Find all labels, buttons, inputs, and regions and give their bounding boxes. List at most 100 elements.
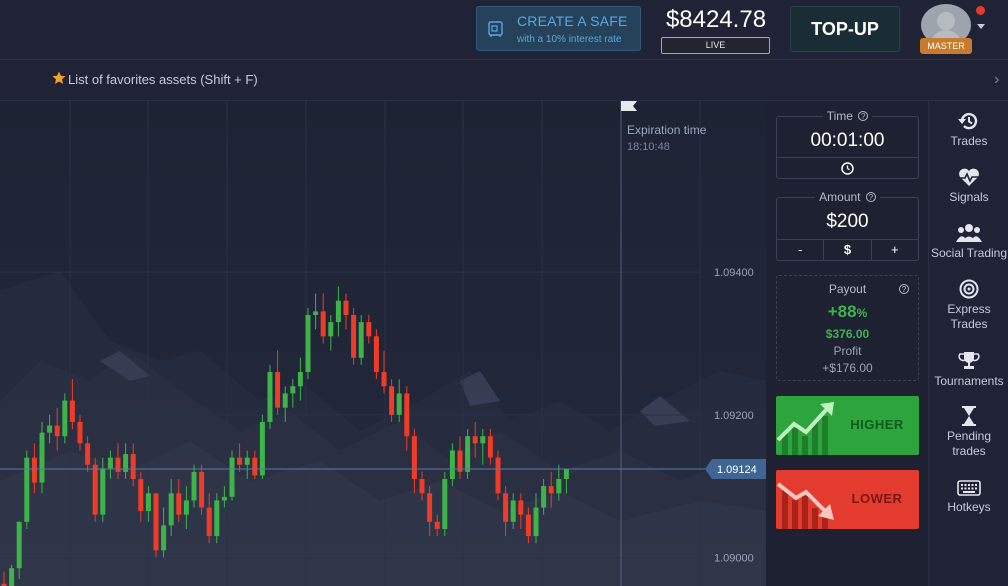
star-icon[interactable]	[52, 71, 66, 85]
candle-up	[24, 457, 30, 522]
trend-up-icon	[776, 402, 834, 455]
clock-button[interactable]	[777, 157, 918, 178]
candlestick-chart[interactable]: Expiration time 18:10:48 1.09400 1.09200 1…	[0, 101, 766, 586]
candle-up	[328, 322, 334, 337]
price-chart[interactable]: Expiration time 18:10:48 1.09400 1.09200 1…	[0, 101, 766, 586]
user-avatar[interactable]: MASTER	[920, 4, 972, 54]
create-safe-subtitle: with a 10% interest rate	[517, 34, 622, 45]
nav-label-trades: Trades	[950, 134, 988, 148]
nav-label-pending-trades: trades	[952, 444, 986, 458]
top-up-button[interactable]: TOP-UP	[790, 6, 900, 52]
candle-up	[267, 372, 273, 422]
chevron-down-icon[interactable]	[977, 24, 985, 29]
amount-plus-button[interactable]: +	[870, 240, 918, 260]
candle-up	[9, 568, 15, 586]
amount-selector[interactable]: Amount ? $200 - $ +	[776, 190, 919, 261]
candle-down	[54, 425, 60, 437]
help-icon[interactable]: ?	[858, 111, 869, 121]
candle-up	[541, 486, 547, 508]
user-level-badge: MASTER	[920, 38, 972, 54]
candle-down	[237, 457, 243, 465]
candle-up	[449, 450, 455, 480]
nav-label-hotkeys: Hotkeys	[947, 500, 991, 514]
higher-button[interactable]: HIGHER	[776, 396, 919, 455]
nav-item-express-trades[interactable]: Express Trades	[929, 279, 1008, 332]
nav-item-pending-trades[interactable]: Pending trades	[929, 406, 1008, 459]
candle-down	[130, 454, 136, 480]
target-icon	[959, 279, 979, 299]
payout-info: Payout ? +88% $376.00 Profit +$176.00	[776, 275, 919, 381]
candle-down	[138, 479, 144, 512]
nav-label-express-trades: Trades	[950, 317, 988, 331]
time-value[interactable]: 00:01:00	[777, 130, 918, 152]
nav-item-social-trading[interactable]: Social Trading	[929, 223, 1008, 261]
payout-percent-suffix: %	[856, 306, 868, 320]
candle-up	[282, 393, 288, 408]
candle-up	[480, 436, 486, 444]
nav-item-trades[interactable]: Trades	[929, 111, 1008, 149]
help-icon[interactable]: ?	[899, 284, 909, 294]
account-mode-badge[interactable]: LIVE	[661, 37, 770, 54]
chevron-right-icon[interactable]: ›	[994, 71, 999, 89]
amount-label-text: Amount	[819, 190, 861, 204]
amount-value[interactable]: $200	[777, 211, 918, 233]
candle-down	[320, 311, 326, 337]
price-tick-label: 1.09200	[714, 410, 754, 422]
candle-up	[290, 386, 296, 394]
candle-up	[168, 493, 174, 526]
profit-value: +$176.00	[822, 361, 873, 375]
favorites-label[interactable]: List of favorites assets (Shift + F)	[68, 72, 258, 87]
candle-up	[563, 469, 569, 480]
nav-item-signals[interactable]: Signals	[929, 167, 1008, 205]
nav-item-tournaments[interactable]: Tournaments	[929, 351, 1008, 389]
side-navigation: Trades Signals Social Trading Express Tr…	[928, 101, 1008, 586]
candle-up	[358, 322, 364, 358]
candle-up	[465, 436, 471, 472]
candle-up	[214, 500, 220, 537]
profit-label: Profit	[833, 344, 862, 358]
keyboard-icon	[957, 480, 981, 496]
candle-down	[206, 507, 212, 537]
account-balance[interactable]: $8424.78 LIVE	[660, 4, 772, 54]
trend-down-icon	[776, 482, 834, 529]
favorites-bar: List of favorites assets (Shift + F) ›	[0, 60, 1008, 101]
expiration-label: Expiration time	[627, 123, 707, 137]
balance-amount: $8424.78	[665, 6, 767, 33]
candle-up	[442, 479, 448, 529]
amount-currency-button[interactable]: $	[823, 240, 870, 260]
candle-down	[427, 493, 433, 522]
candle-up	[183, 500, 189, 515]
nav-item-hotkeys[interactable]: Hotkeys	[929, 479, 1008, 515]
candle-up	[221, 496, 227, 501]
create-safe-button[interactable]: CREATE A SAFE with a 10% interest rate	[476, 6, 641, 51]
nav-label-pending: Pending	[946, 429, 992, 443]
candle-up	[62, 400, 68, 437]
lower-button[interactable]: LOWER	[776, 470, 919, 529]
candle-up	[229, 457, 235, 497]
candle-down	[69, 400, 75, 422]
heartbeat-icon	[959, 168, 979, 186]
candle-up	[107, 457, 113, 469]
candle-up	[556, 479, 562, 494]
candle-down	[472, 436, 478, 444]
time-selector[interactable]: Time ? 00:01:00	[776, 109, 919, 179]
payout-amount: $376.00	[825, 327, 870, 341]
candle-up	[100, 468, 106, 515]
create-safe-title: CREATE A SAFE	[517, 13, 628, 29]
help-icon[interactable]: ?	[865, 192, 876, 202]
clock-icon	[841, 162, 854, 175]
candle-down	[77, 421, 83, 444]
candle-down	[373, 336, 379, 373]
history-icon	[958, 112, 978, 130]
payout-percent: +88%	[777, 302, 918, 322]
amount-minus-button[interactable]: -	[777, 240, 823, 260]
candle-up	[161, 525, 167, 551]
candle-up	[47, 425, 53, 433]
candle-up	[244, 457, 250, 465]
candle-down	[525, 514, 531, 537]
candle-down	[252, 457, 258, 476]
time-label-wrap: Time ?	[777, 109, 918, 123]
candle-up	[259, 421, 265, 476]
candle-down	[85, 443, 91, 465]
candle-down	[495, 457, 501, 494]
